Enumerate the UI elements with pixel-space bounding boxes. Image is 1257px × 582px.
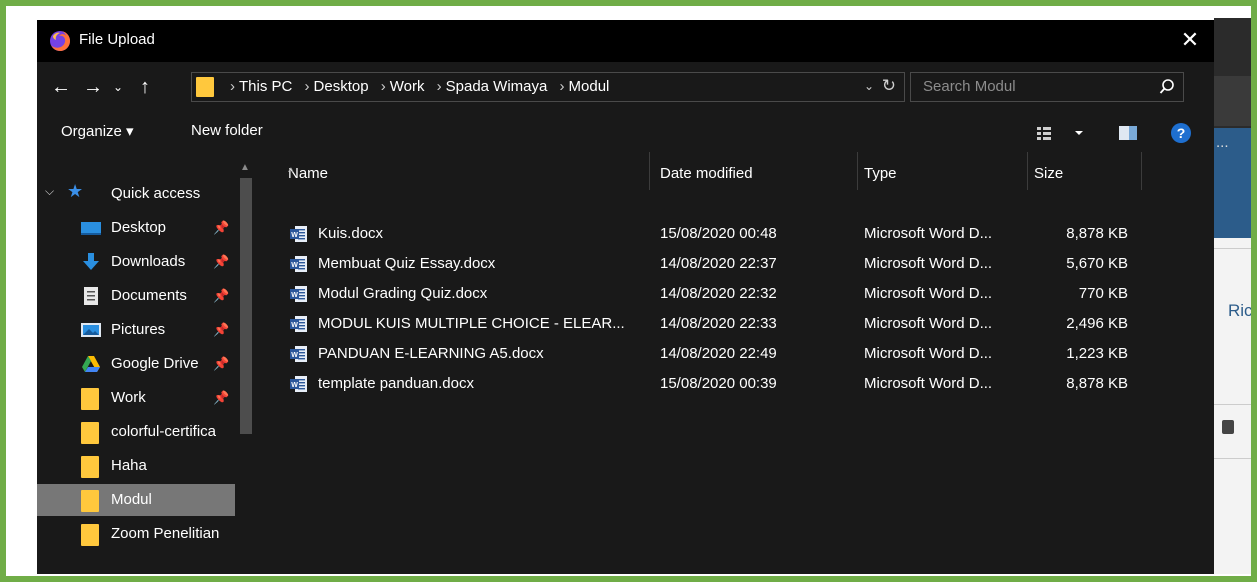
- screenshot-border: [0, 0, 1257, 582]
